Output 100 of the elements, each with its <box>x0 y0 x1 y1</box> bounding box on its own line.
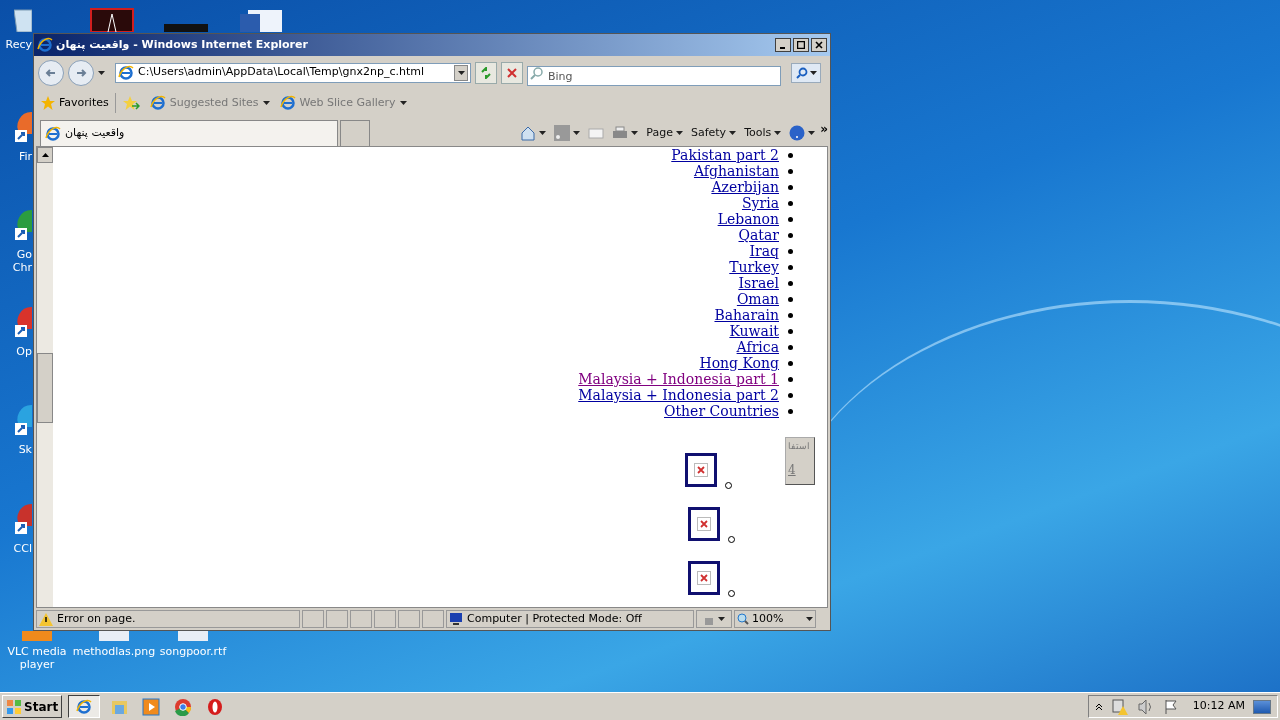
country-link[interactable]: Hong Kong <box>699 355 779 371</box>
country-link[interactable]: Malaysia + Indonesia part 1 <box>578 371 779 387</box>
broken-image-icon <box>694 463 708 477</box>
search-icon <box>530 65 544 80</box>
stop-button[interactable] <box>501 61 523 84</box>
close-icon <box>506 66 518 79</box>
security-button[interactable] <box>696 610 732 628</box>
address-field[interactable]: C:\Users\admin\AppData\Local\Temp\gnx2np_c.html <box>115 62 471 83</box>
refresh-button[interactable] <box>475 61 497 84</box>
bullet-icon <box>788 376 793 382</box>
forward-button[interactable] <box>68 59 94 86</box>
shortcut-icon[interactable] <box>14 305 32 339</box>
back-arrow-icon <box>45 66 57 79</box>
pdf-icon[interactable] <box>90 8 134 32</box>
search-field[interactable]: Bing <box>527 66 781 86</box>
bullet-icon <box>788 344 793 350</box>
caret-icon <box>729 131 737 135</box>
desktop-icon-label: songpoor.rtf <box>159 645 227 658</box>
status-message: Error on page. <box>36 610 300 628</box>
help-icon <box>789 125 806 141</box>
shortcut-icon[interactable] <box>14 110 32 144</box>
desktop-icon-label: Go Chr <box>11 248 32 274</box>
flag-icon[interactable] <box>1162 698 1179 715</box>
word-document-icon[interactable] <box>238 8 284 32</box>
status-panel <box>326 610 348 628</box>
bullet-icon <box>788 280 793 286</box>
broken-image-icon <box>697 517 711 531</box>
back-button[interactable] <box>38 59 64 86</box>
country-link[interactable]: Oman <box>736 291 779 307</box>
warning-icon <box>39 612 53 626</box>
country-link[interactable]: Baharain <box>714 307 779 323</box>
shortcut-icon[interactable] <box>14 208 32 242</box>
desktop-icon-label: methodlas.png <box>72 645 156 658</box>
bullet-icon <box>788 200 793 206</box>
taskbar-browser-button[interactable] <box>68 695 101 718</box>
forward-arrow-icon <box>75 66 87 79</box>
maximize-button[interactable] <box>793 38 809 52</box>
bullet-icon <box>788 296 793 302</box>
country-link[interactable]: Other Countries <box>664 403 779 419</box>
ie-icon <box>118 64 134 81</box>
bullet-icon <box>788 264 793 270</box>
new-tab-button[interactable] <box>340 120 370 146</box>
favorites-button[interactable]: Favorites <box>40 94 109 112</box>
computer-icon <box>449 613 463 625</box>
country-link[interactable]: Pakistan part 2 <box>671 147 779 163</box>
minimize-button[interactable] <box>775 38 791 52</box>
zoom-button[interactable]: 100% <box>734 610 816 628</box>
bullet-icon <box>788 392 793 398</box>
country-link[interactable]: Kuwait <box>729 323 779 339</box>
caret-icon <box>262 101 270 105</box>
caret-icon <box>675 131 683 135</box>
bullet-icon <box>788 248 793 254</box>
show-desktop-button[interactable] <box>1253 699 1271 714</box>
dropdown-button[interactable] <box>454 64 468 81</box>
command-menu[interactable]: Page <box>643 123 686 143</box>
country-link[interactable]: Azerbijan <box>711 179 779 195</box>
start-button[interactable]: Start <box>2 695 63 718</box>
country-link[interactable]: Turkey <box>729 259 779 275</box>
chevron-up-icon[interactable] <box>1094 702 1103 711</box>
add-favorite-icon[interactable] <box>121 95 140 111</box>
printer-icon <box>612 125 629 141</box>
scrollbar[interactable] <box>37 147 53 607</box>
up-arrow-icon[interactable] <box>41 153 49 157</box>
country-link[interactable]: Afghanistan <box>693 163 779 179</box>
caret-icon <box>457 70 465 75</box>
country-link[interactable]: Syria <box>741 195 779 211</box>
recycle-bin-icon[interactable] <box>14 8 32 32</box>
country-link[interactable]: Israel <box>738 275 779 291</box>
star-icon <box>40 95 56 111</box>
country-link[interactable]: Malaysia + Indonesia part 2 <box>578 387 779 403</box>
network-warning-icon[interactable] <box>1110 698 1129 715</box>
status-panel <box>350 610 372 628</box>
bullet-icon <box>788 184 793 190</box>
shortcut-icon[interactable] <box>14 403 32 437</box>
ie-icon <box>149 95 166 111</box>
command-menu[interactable]: Safety <box>687 123 740 143</box>
country-link[interactable]: Lebanon <box>717 211 779 227</box>
maximize-icon <box>797 41 805 49</box>
desktop-icon-label: Sk <box>17 443 32 456</box>
zoom-icon <box>737 613 749 625</box>
desktop-icon-label: Op <box>15 345 32 358</box>
ie-icon <box>37 37 53 53</box>
bullet-icon <box>788 216 793 222</box>
more-commands[interactable]: » <box>820 120 828 138</box>
country-link[interactable]: Africa <box>736 339 779 355</box>
search-icon <box>795 66 808 79</box>
clock[interactable]: 10:12 AM <box>1192 698 1245 715</box>
country-link[interactable]: Qatar <box>738 227 779 243</box>
country-link[interactable]: Iraq <box>749 243 779 259</box>
shortcut-icon[interactable] <box>14 502 32 536</box>
search-button[interactable] <box>791 62 821 83</box>
scrollbar-thumb[interactable] <box>37 353 53 423</box>
command-menu[interactable]: Tools <box>741 123 785 143</box>
ie-icon <box>76 698 93 715</box>
browser-tab[interactable]: واقعیت پنهان <box>40 120 338 146</box>
bullet-icon <box>788 328 793 334</box>
windows-logo <box>6 698 22 715</box>
close-button[interactable] <box>811 38 827 52</box>
status-panel <box>398 610 420 628</box>
bullet-icon <box>788 312 793 318</box>
